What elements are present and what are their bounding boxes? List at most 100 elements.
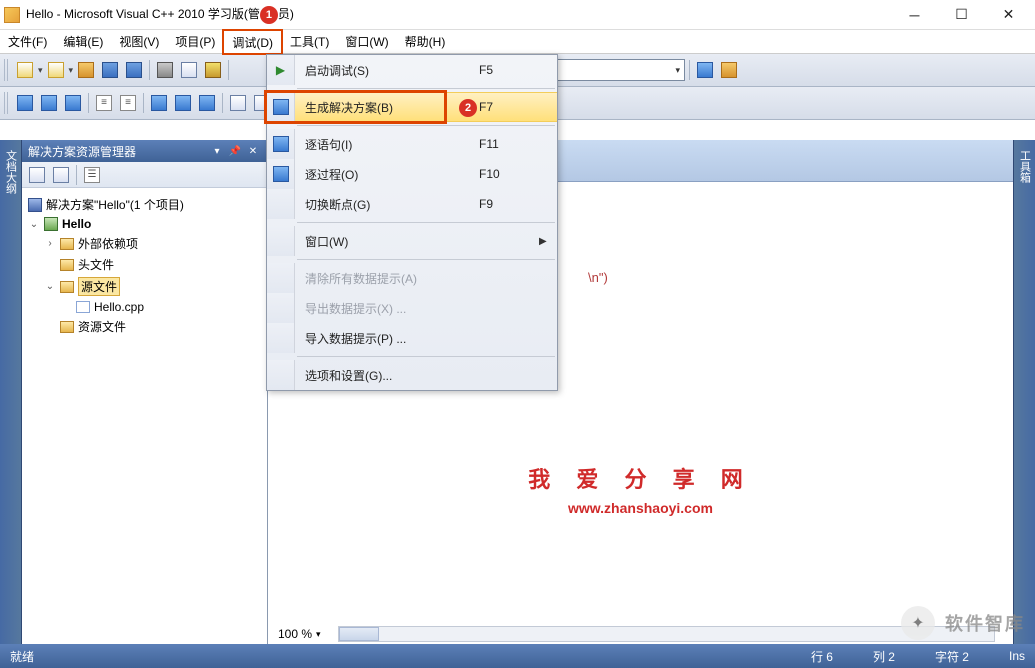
dd-label: 切换断点(G) — [295, 196, 479, 213]
panel-tool-1[interactable] — [26, 164, 48, 186]
headers-node[interactable]: 头文件 — [44, 254, 263, 275]
dd-step-over[interactable]: 逐过程(O) F10 — [267, 159, 557, 189]
folder-icon — [60, 321, 74, 333]
source-file-node[interactable]: Hello.cpp — [60, 298, 263, 316]
tb2-btn-8[interactable] — [196, 92, 218, 114]
menu-tools[interactable]: 工具(T) — [282, 30, 337, 53]
minimize-button[interactable]: ─ — [892, 1, 937, 29]
dd-toggle-bp[interactable]: 切换断点(G) F9 — [267, 189, 557, 219]
dd-shortcut: F10 — [479, 167, 539, 181]
project-node[interactable]: ⌄ Hello — [28, 215, 263, 233]
watermark: 我 爱 分 享 网 www.zhanshaoyi.com — [268, 462, 1013, 516]
app-icon — [4, 7, 20, 23]
tb2-btn-2[interactable] — [38, 92, 60, 114]
open-button[interactable] — [75, 59, 97, 81]
dd-shortcut: F9 — [479, 197, 539, 211]
resources-label: 资源文件 — [78, 318, 126, 335]
menubar: 文件(F) 编辑(E) 视图(V) 项目(P) 调试(D) 工具(T) 窗口(W… — [0, 30, 1035, 54]
tb2-btn-4[interactable]: ≡ — [93, 92, 115, 114]
sources-node[interactable]: ⌄ 源文件 — [44, 275, 263, 298]
dd-shortcut: F7 — [479, 100, 539, 114]
h-scrollbar[interactable] — [338, 626, 995, 642]
panel-close-icon[interactable]: ✕ — [245, 143, 261, 159]
menu-help[interactable]: 帮助(H) — [397, 30, 454, 53]
tb2-btn-9[interactable] — [227, 92, 249, 114]
grip-icon — [4, 59, 10, 81]
menu-project[interactable]: 项目(P) — [167, 30, 223, 53]
solution-node[interactable]: 解决方案"Hello"(1 个项目) — [28, 194, 263, 215]
scrollbar-thumb[interactable] — [339, 627, 379, 641]
expander-icon[interactable]: ⌄ — [44, 281, 56, 292]
panel-title: 解决方案资源管理器 — [28, 143, 136, 160]
copy-button[interactable] — [178, 59, 200, 81]
titlebar[interactable]: Hello - Microsoft Visual C++ 2010 学习版(管1… — [0, 0, 1035, 30]
panel-dropdown-icon[interactable]: ▾ — [209, 143, 225, 159]
tb2-btn-1[interactable] — [14, 92, 36, 114]
dd-windows[interactable]: 窗口(W) ▶ — [267, 226, 557, 256]
dd-import-tips[interactable]: 导入数据提示(P) ... — [267, 323, 557, 353]
dd-start-debug[interactable]: ▶ 启动调试(S) F5 — [267, 55, 557, 85]
dd-label: 导入数据提示(P) ... — [295, 330, 479, 347]
cut-button[interactable] — [154, 59, 176, 81]
tb2-btn-5[interactable]: ≡ — [117, 92, 139, 114]
watermark-line2: www.zhanshaoyi.com — [268, 500, 1013, 516]
ext-deps-node[interactable]: › 外部依赖项 — [44, 233, 263, 254]
dd-options[interactable]: 选项和设置(G)... — [267, 360, 557, 390]
tb2-btn-3[interactable] — [62, 92, 84, 114]
side-tab-right[interactable]: 工具箱 — [1013, 140, 1035, 644]
menu-file[interactable]: 文件(F) — [0, 30, 55, 53]
folder-icon — [60, 238, 74, 250]
dd-shortcut: F11 — [479, 137, 539, 151]
panel-tool-3[interactable]: ☰ — [81, 164, 103, 186]
corner-watermark: ✦ 软件智库 — [901, 606, 1025, 640]
maximize-button[interactable]: ☐ — [939, 1, 984, 29]
debug-menu-dropdown: ▶ 启动调试(S) F5 生成解决方案(B) 2 F7 逐语句(I) F11 逐… — [266, 54, 558, 391]
menu-window[interactable]: 窗口(W) — [337, 30, 396, 53]
zoom-value: 100 % — [278, 627, 312, 641]
dd-build-solution[interactable]: 生成解决方案(B) 2 F7 — [267, 92, 557, 122]
status-char: 字符 2 — [935, 648, 969, 665]
find-button[interactable] — [694, 59, 716, 81]
props-button[interactable] — [718, 59, 740, 81]
close-button[interactable]: ✕ — [986, 1, 1031, 29]
project-label: Hello — [62, 217, 91, 231]
panel-tool-2[interactable] — [50, 164, 72, 186]
menu-edit[interactable]: 编辑(E) — [55, 30, 111, 53]
wechat-icon: ✦ — [901, 606, 935, 640]
sources-label: 源文件 — [78, 277, 120, 296]
code-fragment: \n") — [588, 270, 608, 285]
ext-deps-label: 外部依赖项 — [78, 235, 138, 252]
corner-text: 软件智库 — [945, 610, 1025, 636]
add-item-button[interactable] — [45, 59, 67, 81]
title-prefix: Hello - Microsoft Visual C++ 2010 学习版(管 — [26, 7, 260, 21]
tb2-btn-6[interactable] — [148, 92, 170, 114]
side-tab-left[interactable]: 文档大纲 — [0, 140, 22, 644]
new-project-button[interactable] — [14, 59, 36, 81]
menu-debug[interactable]: 调试(D) — [223, 30, 282, 53]
dd-label: 窗口(W) — [295, 233, 479, 250]
solution-tree[interactable]: 解决方案"Hello"(1 个项目) ⌄ Hello › 外部依赖项 头文件 ⌄ 源文… — [22, 188, 267, 644]
paste-button[interactable] — [202, 59, 224, 81]
status-ready: 就绪 — [10, 648, 34, 665]
resources-node[interactable]: 资源文件 — [44, 316, 263, 337]
submenu-arrow-icon: ▶ — [539, 236, 557, 247]
panel-toolbar: ☰ — [22, 162, 267, 188]
pin-icon[interactable]: 📌 — [227, 143, 243, 159]
zoom-combo[interactable]: 100 %▾ — [278, 627, 321, 641]
step-into-icon — [273, 136, 289, 152]
expander-icon[interactable]: ⌄ — [28, 219, 40, 230]
dd-label: 选项和设置(G)... — [295, 367, 479, 384]
status-ins: Ins — [1009, 649, 1025, 663]
dd-step-into[interactable]: 逐语句(I) F11 — [267, 129, 557, 159]
save-all-button[interactable] — [123, 59, 145, 81]
dd-shortcut: F5 — [479, 63, 539, 77]
menu-view[interactable]: 视图(V) — [111, 30, 167, 53]
panel-header[interactable]: 解决方案资源管理器 ▾ 📌 ✕ — [22, 140, 267, 162]
play-icon: ▶ — [276, 63, 285, 77]
tb2-btn-7[interactable] — [172, 92, 194, 114]
source-file-label: Hello.cpp — [94, 300, 144, 314]
expander-icon[interactable]: › — [44, 238, 56, 249]
folder-icon — [60, 281, 74, 293]
save-button[interactable] — [99, 59, 121, 81]
grip-icon — [4, 92, 10, 114]
